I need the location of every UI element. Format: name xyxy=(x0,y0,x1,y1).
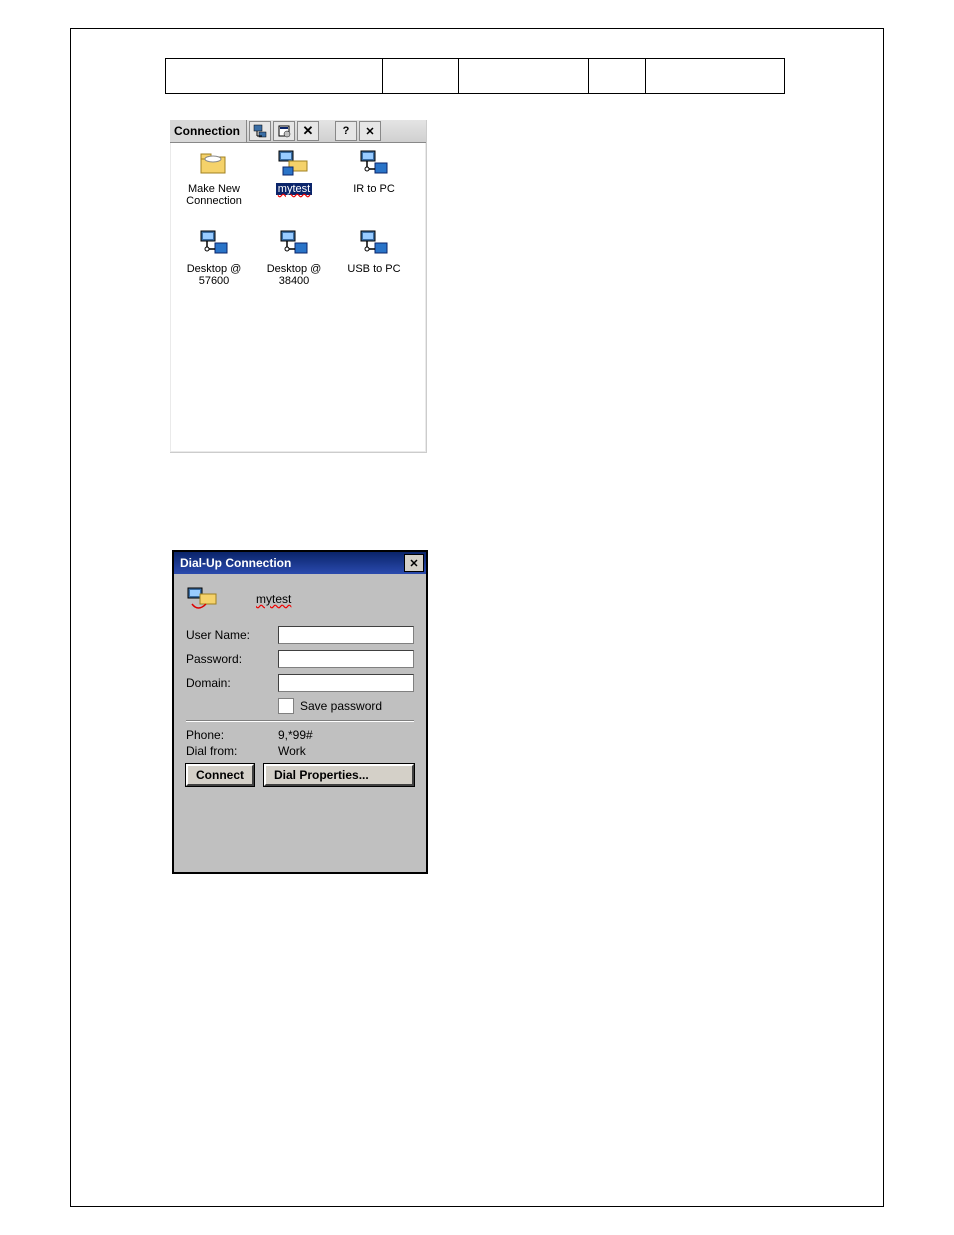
close-icon: ✕ xyxy=(365,125,374,138)
item-make-new-connection[interactable]: Make New Connection xyxy=(174,149,254,225)
password-label: Password: xyxy=(186,652,278,666)
item-label: Desktop @ 38400 xyxy=(254,263,334,287)
item-mytest[interactable]: mytest xyxy=(254,149,334,225)
save-password-label: Save password xyxy=(300,699,382,713)
password-input[interactable] xyxy=(278,650,414,668)
dialup-close-button[interactable]: ✕ xyxy=(404,554,424,572)
dialup-connection-name: mytest xyxy=(256,592,291,606)
phone-value: 9,*99# xyxy=(278,728,313,742)
item-label: IR to PC xyxy=(353,183,395,195)
dialup-titlebar: Dial-Up Connection ✕ xyxy=(174,552,426,574)
item-label: USB to PC xyxy=(347,263,400,275)
delete-icon: ✕ xyxy=(303,123,314,139)
connection-titlebar: Connection ✕ ? xyxy=(170,120,426,143)
item-ir-to-pc[interactable]: IR to PC xyxy=(334,149,414,225)
dialfrom-label: Dial from: xyxy=(186,744,278,758)
domain-label: Domain: xyxy=(186,676,278,690)
user-input[interactable] xyxy=(278,626,414,644)
user-label: User Name: xyxy=(186,628,278,642)
help-button[interactable]: ? xyxy=(335,121,357,141)
dial-properties-button[interactable]: Dial Properties... xyxy=(264,764,414,786)
save-password-checkbox[interactable] xyxy=(278,698,294,714)
pc-link-icon xyxy=(357,149,391,179)
close-button[interactable]: ✕ xyxy=(359,121,381,141)
dialfrom-value: Work xyxy=(278,744,306,758)
modem-icon xyxy=(186,584,220,614)
item-desktop-57600[interactable]: Desktop @ 57600 xyxy=(174,229,254,305)
delete-button[interactable]: ✕ xyxy=(297,121,319,141)
new-connection-icon xyxy=(253,124,267,138)
item-label: Make New Connection xyxy=(174,183,254,207)
item-label: Desktop @ 57600 xyxy=(174,263,254,287)
connection-grid: Make New Connection mytest IR to PC Desktop… xyxy=(170,143,426,311)
properties-button[interactable] xyxy=(273,121,295,141)
domain-input[interactable] xyxy=(278,674,414,692)
divider xyxy=(186,720,414,722)
connection-window: Connection ✕ ? xyxy=(170,120,427,453)
dialup-header: mytest xyxy=(186,584,414,614)
pc-link-icon xyxy=(197,229,231,259)
folder-icon xyxy=(197,149,231,179)
dialup-title: Dial-Up Connection xyxy=(180,556,291,570)
dialup-window: Dial-Up Connection ✕ mytest User Name: xyxy=(172,550,428,874)
item-desktop-38400[interactable]: Desktop @ 38400 xyxy=(254,229,334,305)
properties-icon xyxy=(277,124,291,138)
header-table xyxy=(165,58,785,94)
connect-button[interactable]: Connect xyxy=(186,764,254,786)
new-connection-button[interactable] xyxy=(249,121,271,141)
connection-title: Connection xyxy=(170,120,247,142)
item-label: mytest xyxy=(276,183,312,195)
help-icon: ? xyxy=(343,125,350,137)
phone-label: Phone: xyxy=(186,728,278,742)
modem-icon xyxy=(277,149,311,179)
pc-link-icon xyxy=(277,229,311,259)
pc-link-icon xyxy=(357,229,391,259)
close-icon: ✕ xyxy=(409,557,418,570)
item-usb-to-pc[interactable]: USB to PC xyxy=(334,229,414,305)
